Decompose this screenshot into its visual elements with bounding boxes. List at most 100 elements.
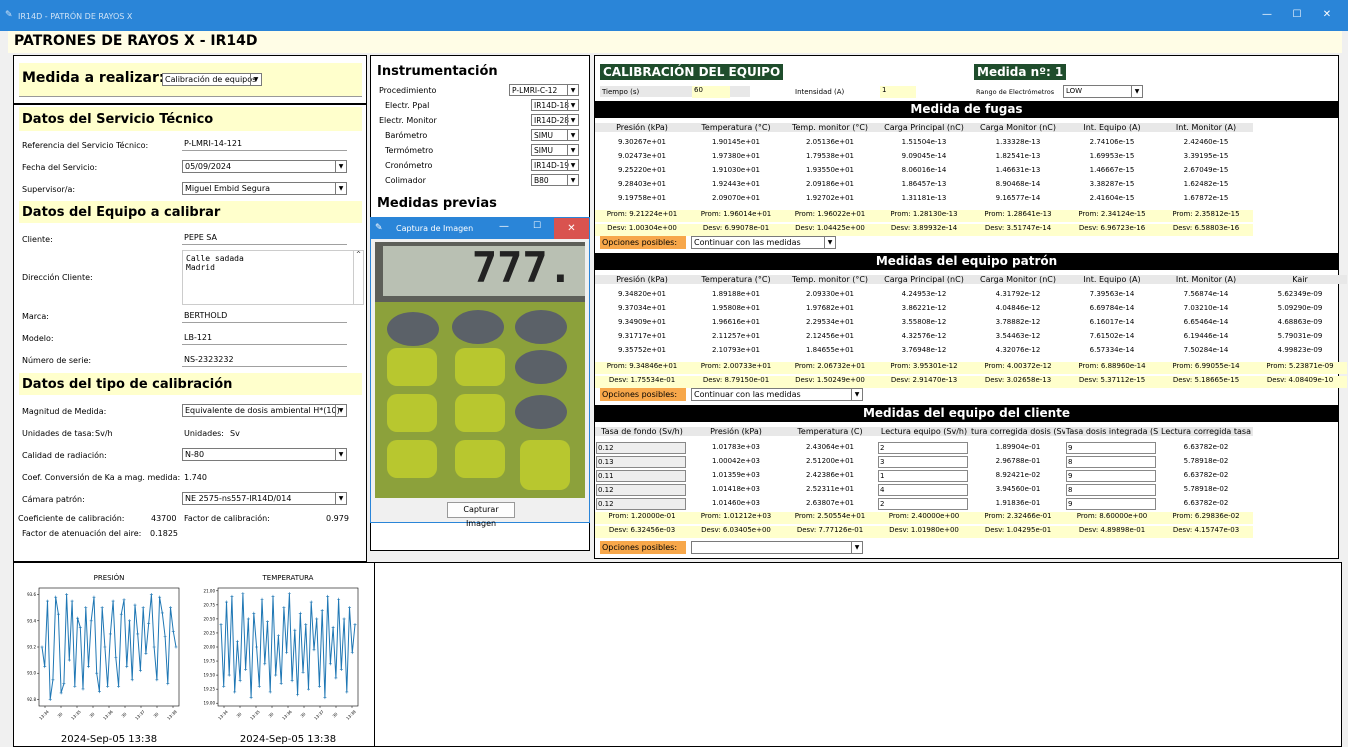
- instr-select-4[interactable]: SIMU ▼: [531, 144, 579, 156]
- cell-standard-2-5: 6.16017e-14: [1089, 318, 1135, 326]
- summary-standard-desv-5: Desv: 5.37112e-15: [1065, 376, 1159, 388]
- client-input-3-0[interactable]: 0.12: [596, 484, 686, 496]
- client-cell-1-2: 2.51200e+01: [805, 457, 855, 465]
- summary-standard-desv-4: Desv: 3.02658e-13: [971, 376, 1065, 388]
- address-scrollbar[interactable]: ^: [353, 251, 363, 304]
- cell-leak-0-2: 2.05136e+01: [805, 138, 855, 146]
- calfactor-value: 0.979: [326, 514, 349, 523]
- close-button[interactable]: ✕: [1312, 9, 1342, 25]
- supervisor-select[interactable]: Miguel Embid Segura ▼: [182, 182, 347, 195]
- brand-field[interactable]: BERTHOLD: [182, 310, 347, 323]
- header-client-6: Lectura corregida tasa: [1159, 427, 1253, 436]
- leak-options-select[interactable]: Continuar con las medidas ▼: [691, 236, 836, 249]
- cell-leak-1-4: 1.82541e-13: [995, 152, 1041, 160]
- client-input-0-5[interactable]: 9: [1066, 442, 1156, 454]
- client-cell-4-1: 1.01460e+03: [711, 499, 761, 507]
- instr-select-5[interactable]: IR14D-19 ▼: [531, 159, 579, 171]
- capture-maximize-button[interactable]: ☐: [521, 221, 553, 231]
- model-field[interactable]: LB-121: [182, 332, 347, 345]
- capture-window: ✎ Captura de Imagen — ☐ ✕ 777. Capturar …: [370, 217, 590, 528]
- client-input-0-3[interactable]: 2: [878, 442, 968, 454]
- range-select[interactable]: LOW ▼: [1063, 85, 1143, 98]
- ref-label: Referencia del Servicio Técnico:: [22, 141, 149, 150]
- client-input-1-5[interactable]: 8: [1066, 456, 1156, 468]
- instr-select-6[interactable]: B80 ▼: [531, 174, 579, 186]
- client-input-4-3[interactable]: 2: [878, 498, 968, 510]
- x-tick-label: 30: [235, 711, 242, 718]
- client-input-1-0[interactable]: 0.13: [596, 456, 686, 468]
- calcoef-label: Coeficiente de calibración:: [18, 514, 125, 523]
- client-cell-3-1: 1.01418e+03: [711, 485, 761, 493]
- measure-label: Medida a realizar:: [22, 70, 165, 86]
- capture-minimize-button[interactable]: —: [488, 221, 520, 232]
- magnitude-select[interactable]: Equivalente de dosis ambiental H*(10) ▼: [182, 404, 347, 417]
- y-tick-label: 93.6: [27, 592, 36, 597]
- address-textarea[interactable]: Calle sadada Madrid ^: [182, 250, 364, 305]
- capture-close-button[interactable]: ✕: [554, 218, 589, 239]
- capture-image-button[interactable]: Capturar Imagen: [447, 502, 515, 528]
- measure-panel: Medida a realizar: Calibración de equipo…: [13, 55, 367, 104]
- std-options-label: Opciones posibles:: [600, 388, 686, 401]
- instr-select-0[interactable]: P-LMRI-C-12 ▼: [509, 84, 579, 96]
- client-input-1-3[interactable]: 3: [878, 456, 968, 468]
- cell-leak-0-4: 1.33328e-13: [995, 138, 1041, 146]
- client-input-3-3[interactable]: 4: [878, 484, 968, 496]
- std-options-select[interactable]: Continuar con las medidas ▼: [691, 388, 863, 401]
- time-input[interactable]: 60: [692, 86, 730, 98]
- model-label: Modelo:: [22, 334, 54, 343]
- client-input-4-0[interactable]: 0.12: [596, 498, 686, 510]
- cell-leak-4-1: 2.09070e+01: [711, 194, 761, 202]
- cell-leak-1-0: 9.02473e+01: [617, 152, 667, 160]
- client-input-2-5[interactable]: 9: [1066, 470, 1156, 482]
- header-leak-1: Temperatura (°C): [689, 123, 783, 132]
- instr-select-3[interactable]: SIMU ▼: [531, 129, 579, 141]
- client-options-select[interactable]: ▼: [691, 541, 863, 554]
- chevron-down-icon: ▼: [567, 175, 578, 186]
- range-label: Rango de Electrómetros: [976, 88, 1055, 96]
- client-input-2-0[interactable]: 0.11: [596, 470, 686, 482]
- summary-client-desv-2: Desv: 7.77126e-01: [783, 526, 877, 538]
- camera-select[interactable]: NE 2575-ns557-IR14D/014 ▼: [182, 492, 347, 505]
- camera-preview-image: 777.: [375, 242, 585, 498]
- summary-standard-prom-4: Prom: 4.00372e-12: [971, 362, 1065, 374]
- summary-standard-prom-5: Prom: 6.88960e-14: [1065, 362, 1159, 374]
- maximize-button[interactable]: ☐: [1282, 9, 1312, 25]
- cell-standard-3-7: 5.79031e-09: [1277, 332, 1323, 340]
- y-tick-label: 92.8: [27, 697, 36, 702]
- camera-value: NE 2575-ns557-IR14D/014: [185, 494, 292, 503]
- client-field[interactable]: PEPE SA: [182, 232, 347, 245]
- data-panel: Datos del Servicio Técnico Referencia de…: [13, 104, 367, 562]
- quality-select[interactable]: N-80 ▼: [182, 448, 347, 461]
- cell-leak-2-1: 1.91030e+01: [711, 166, 761, 174]
- measure-select[interactable]: Calibración de equipos ▼: [162, 73, 262, 86]
- cell-leak-4-3: 1.31181e-13: [901, 194, 947, 202]
- ref-field[interactable]: P-LMRI-14-121: [182, 138, 347, 151]
- client-cell-2-1: 1.01359e+03: [711, 471, 761, 479]
- cell-leak-1-2: 1.79538e+01: [805, 152, 855, 160]
- client-input-0-0[interactable]: 0.12: [596, 442, 686, 454]
- serial-field[interactable]: NS-2323232: [182, 354, 347, 367]
- cell-leak-3-2: 2.09186e+01: [805, 180, 855, 188]
- address-label: Dirección Cliente:: [22, 273, 93, 282]
- client-input-2-3[interactable]: 1: [878, 470, 968, 482]
- instr-select-1[interactable]: IR14D-18 ▼: [531, 99, 579, 111]
- cell-standard-3-0: 9.31717e+01: [617, 332, 667, 340]
- client-cell-4-4: 1.91836e-01: [995, 499, 1041, 507]
- cell-standard-2-6: 6.65464e-14: [1183, 318, 1229, 326]
- date-select[interactable]: 05/09/2024 ▼: [182, 160, 347, 173]
- instr-select-2[interactable]: IR14D-28 ▼: [531, 114, 579, 126]
- cell-standard-3-5: 7.61502e-14: [1089, 332, 1135, 340]
- cell-standard-3-3: 4.32576e-12: [901, 332, 947, 340]
- cell-standard-0-5: 7.39563e-14: [1089, 290, 1135, 298]
- minimize-button[interactable]: —: [1252, 9, 1282, 25]
- cell-leak-4-5: 2.41604e-15: [1089, 194, 1135, 202]
- window-titlebar: ✎ IR14D - PATRÓN DE RAYOS X — ☐ ✕: [0, 0, 1348, 31]
- client-input-4-5[interactable]: 9: [1066, 498, 1156, 510]
- x-tick-label: 13:38: [166, 709, 178, 721]
- x-tick-label: 30: [88, 711, 95, 718]
- x-tick-label: 13:35: [70, 709, 82, 721]
- intensity-input[interactable]: 1: [880, 86, 916, 98]
- cell-standard-1-6: 7.03210e-14: [1183, 304, 1229, 312]
- client-input-3-5[interactable]: 8: [1066, 484, 1156, 496]
- time-label: Tiempo (s): [602, 88, 640, 96]
